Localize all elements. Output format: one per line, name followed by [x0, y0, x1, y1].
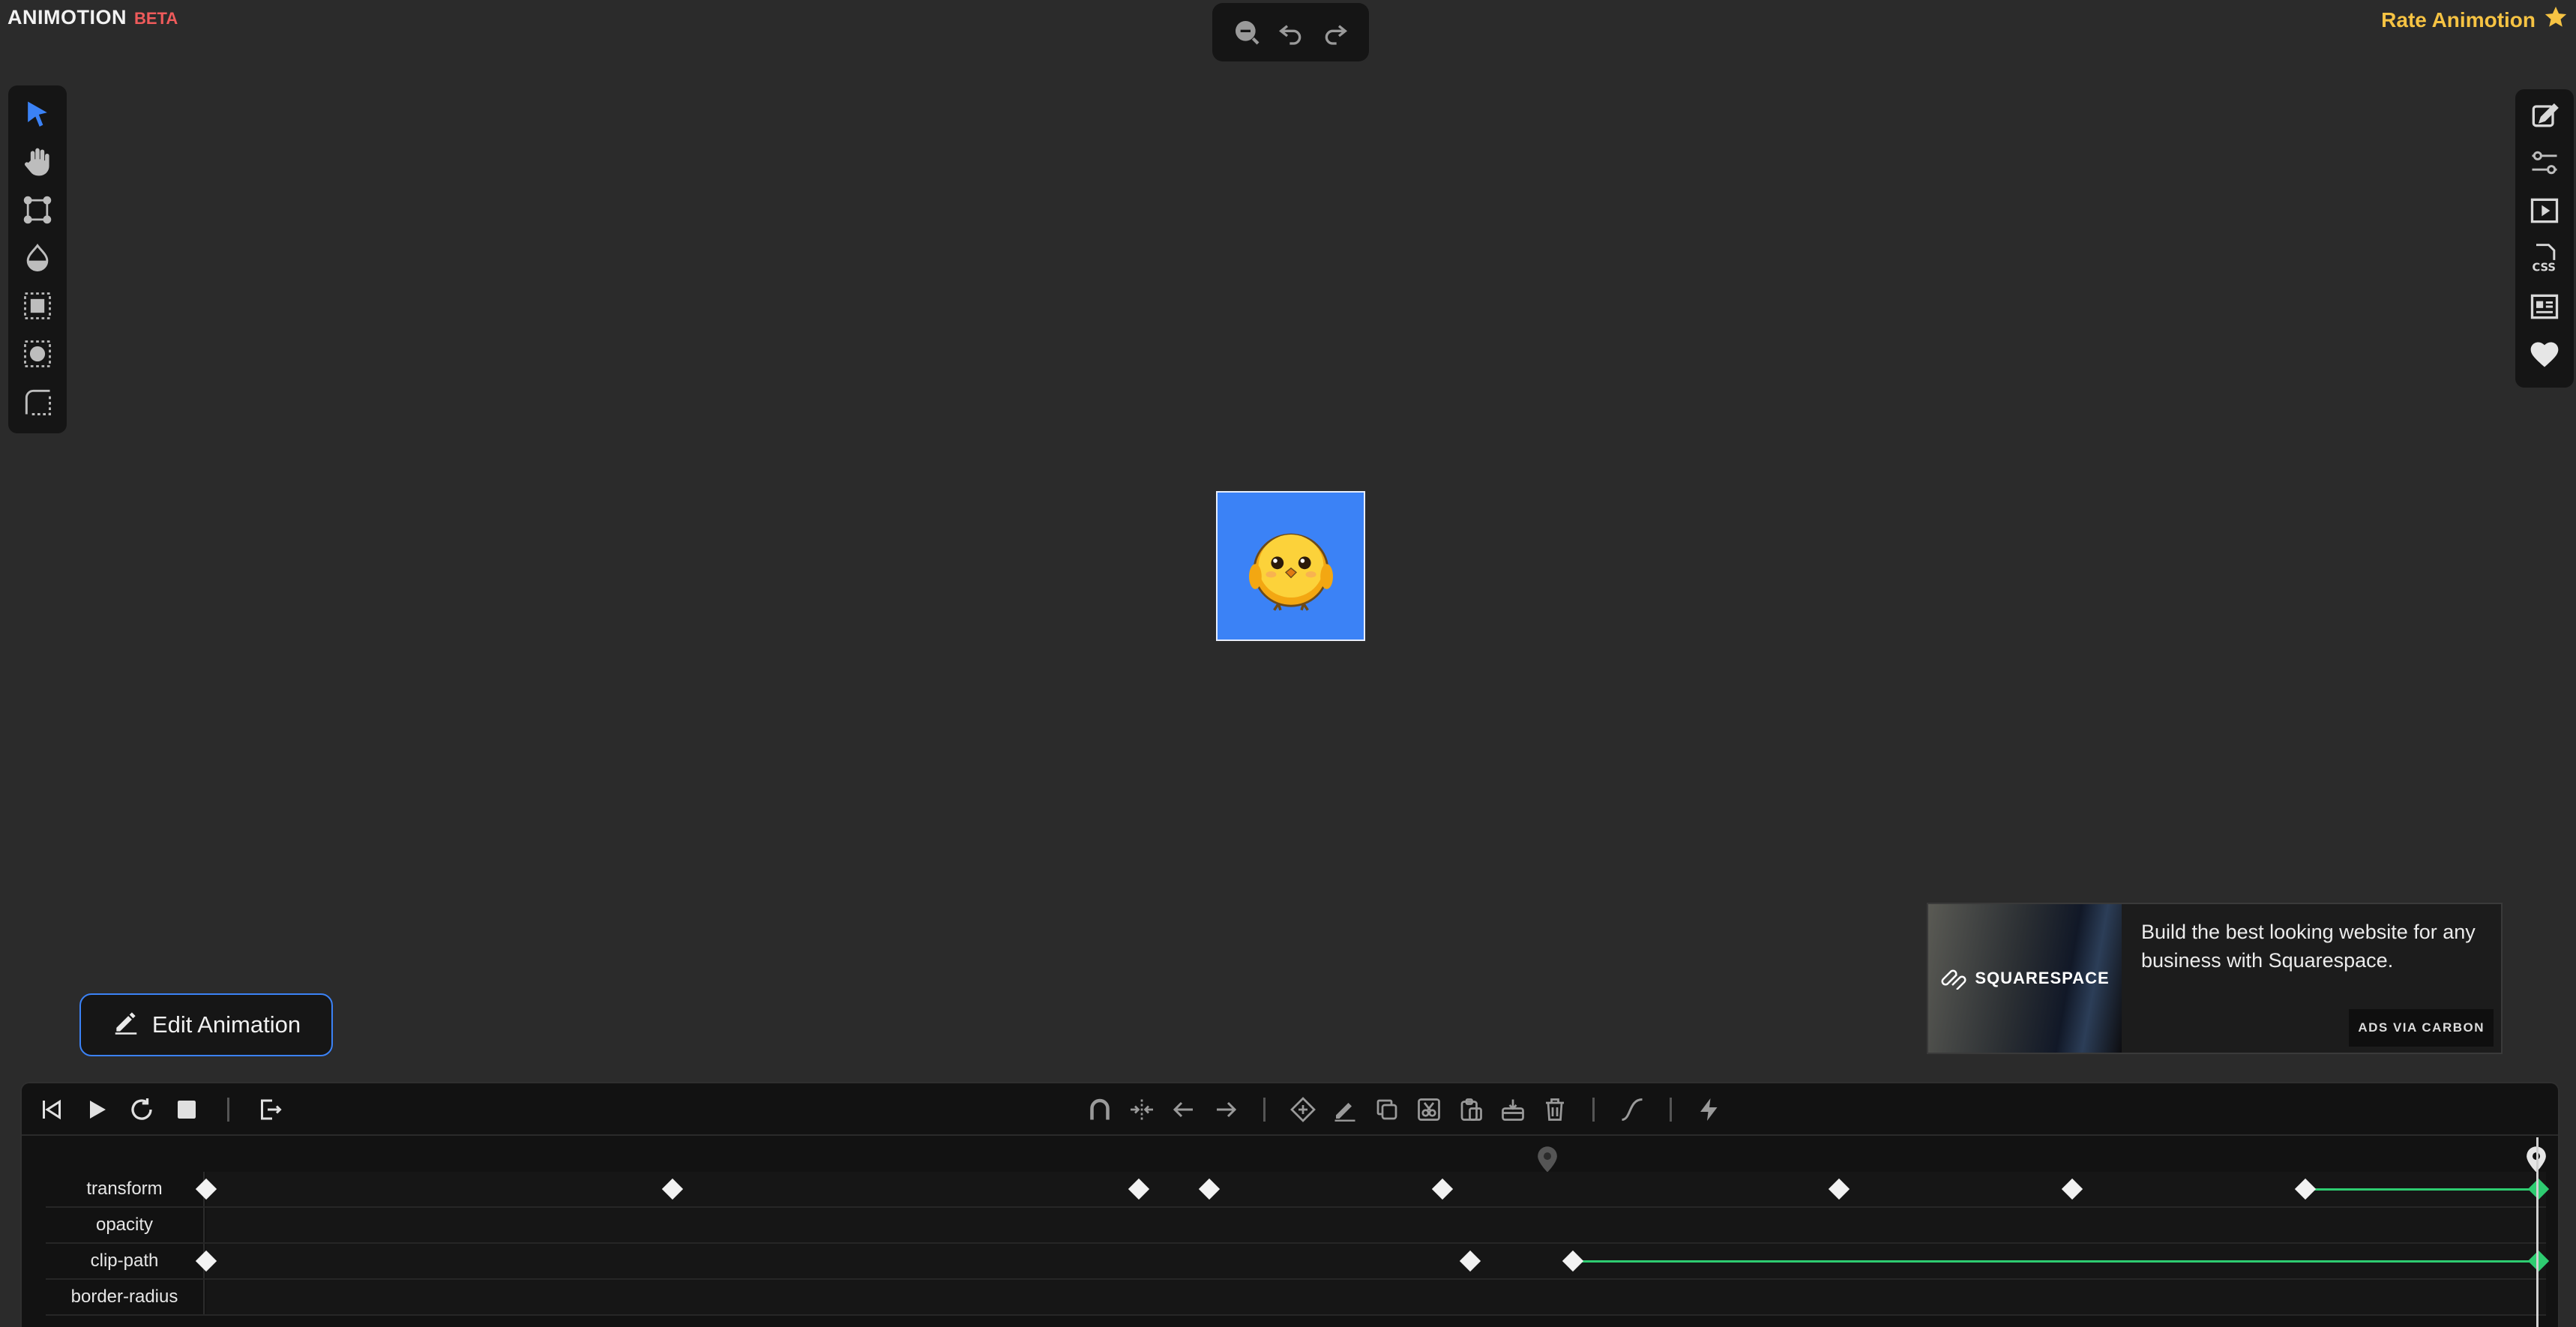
- track-lane[interactable]: [206, 1208, 2546, 1242]
- ad-copy[interactable]: Build the best looking website for any b…: [2141, 921, 2476, 972]
- track-row[interactable]: border-radius: [46, 1280, 2546, 1316]
- left-toolbar: [8, 85, 67, 433]
- app-name: ANIMOTION: [7, 6, 127, 28]
- track-lane[interactable]: [206, 1280, 2546, 1314]
- select-arrow-icon[interactable]: [19, 96, 56, 132]
- chick-image: [1248, 533, 1333, 611]
- keyframe-icon[interactable]: [1460, 1250, 1481, 1272]
- view-toolbar: [1212, 3, 1369, 61]
- animated-element[interactable]: [1216, 491, 1365, 641]
- redo-icon[interactable]: [1318, 15, 1352, 49]
- article-icon[interactable]: [2526, 289, 2563, 325]
- split-icon[interactable]: [1127, 1095, 1157, 1125]
- track-row[interactable]: opacity: [46, 1208, 2546, 1244]
- app-brand: ANIMOTION BETA: [7, 6, 178, 29]
- keyframe-icon[interactable]: [1198, 1178, 1220, 1200]
- paste-icon[interactable]: [1456, 1095, 1486, 1125]
- separator: [227, 1098, 229, 1122]
- skip-back-icon[interactable]: [37, 1095, 67, 1125]
- active-segment[interactable]: [2305, 1188, 2539, 1191]
- keyframe-icon[interactable]: [2061, 1178, 2083, 1200]
- arrow-right-icon[interactable]: [1211, 1095, 1241, 1125]
- paste-below-icon[interactable]: [1498, 1095, 1528, 1125]
- keyframe-icon[interactable]: [1128, 1178, 1150, 1200]
- rate-link[interactable]: Rate Animotion: [2381, 4, 2569, 35]
- track-lane[interactable]: [195, 1244, 2550, 1278]
- pen-icon[interactable]: [1330, 1095, 1360, 1125]
- hand-icon[interactable]: [19, 144, 56, 180]
- playhead-line[interactable]: [2536, 1137, 2539, 1327]
- keyframe-icon[interactable]: [1562, 1250, 1584, 1272]
- ad-text[interactable]: Build the best looking website for any b…: [2122, 904, 2501, 1053]
- select-circle-icon[interactable]: [19, 336, 56, 372]
- track-label: border-radius: [46, 1280, 205, 1314]
- rate-label: Rate Animotion: [2381, 7, 2536, 31]
- undo-icon[interactable]: [1274, 15, 1308, 49]
- ad-image[interactable]: SQUARESPACE: [1928, 904, 2122, 1053]
- color-drop-icon[interactable]: [19, 240, 56, 276]
- replay-icon[interactable]: [127, 1095, 157, 1125]
- edit-note-icon[interactable]: [2526, 97, 2563, 133]
- beta-badge: BETA: [134, 9, 178, 28]
- track-label: opacity: [46, 1208, 205, 1242]
- cut-icon[interactable]: [1414, 1095, 1444, 1125]
- timeline-controls: [22, 1083, 2558, 1136]
- css-file-icon[interactable]: CSS: [2526, 241, 2563, 277]
- zoom-out-icon[interactable]: [1230, 15, 1264, 49]
- track-row[interactable]: clip-path: [46, 1244, 2550, 1280]
- keyframe-icon[interactable]: [2527, 1178, 2550, 1200]
- keyframe-icon[interactable]: [662, 1178, 684, 1200]
- magnet-icon[interactable]: [1085, 1095, 1115, 1125]
- stop-icon[interactable]: [172, 1095, 202, 1125]
- timeline-ruler[interactable]: [22, 1137, 2558, 1173]
- copy-icon[interactable]: [1372, 1095, 1402, 1125]
- easing-curve-icon[interactable]: [1617, 1095, 1647, 1125]
- timeline-tracks: transform opacity clip-path border-radius: [46, 1172, 2550, 1316]
- track-row[interactable]: transform: [46, 1172, 2550, 1208]
- pencil-icon: [112, 1008, 140, 1042]
- preview-play-icon[interactable]: [2526, 193, 2563, 229]
- play-icon[interactable]: [82, 1095, 112, 1125]
- keyframe-icon[interactable]: [2294, 1178, 2317, 1200]
- keyframe-icon[interactable]: [1828, 1178, 1850, 1200]
- active-segment[interactable]: [1573, 1260, 2539, 1263]
- right-toolbar: CSS: [2515, 89, 2574, 388]
- edit-animation-label: Edit Animation: [151, 1011, 301, 1038]
- separator: [1670, 1098, 1672, 1122]
- track-lane[interactable]: [195, 1172, 2550, 1206]
- separator: [1263, 1098, 1266, 1122]
- separator: [1592, 1098, 1595, 1122]
- star-icon: [2543, 4, 2569, 35]
- transform-points-icon[interactable]: [19, 192, 56, 228]
- squarespace-logo-icon: [1941, 969, 1966, 990]
- ads-via-carbon[interactable]: ADS VIA CARBON: [2349, 1009, 2494, 1047]
- ad-brand: SQUARESPACE: [1975, 969, 2110, 987]
- export-icon[interactable]: [255, 1095, 285, 1125]
- keyframe-icon[interactable]: [2527, 1250, 2550, 1272]
- edit-animation-button[interactable]: Edit Animation: [79, 993, 333, 1056]
- corner-radius-icon[interactable]: [19, 384, 56, 420]
- arrow-left-icon[interactable]: [1169, 1095, 1199, 1125]
- settings-sliders-icon[interactable]: [2526, 145, 2563, 181]
- track-label: transform: [46, 1172, 205, 1206]
- svg-text:CSS: CSS: [2533, 262, 2556, 274]
- lightning-icon[interactable]: [1694, 1095, 1724, 1125]
- heart-icon[interactable]: [2526, 337, 2563, 373]
- select-box-icon[interactable]: [19, 288, 56, 324]
- timeline-panel: transform opacity clip-path border-radius: [20, 1082, 2560, 1327]
- trash-icon[interactable]: [1540, 1095, 1570, 1125]
- time-marker-icon[interactable]: [1534, 1143, 1561, 1173]
- keyframe-icon[interactable]: [1431, 1178, 1453, 1200]
- track-label: clip-path: [46, 1244, 205, 1278]
- add-keyframe-icon[interactable]: [1288, 1095, 1318, 1125]
- carbon-ad[interactable]: SQUARESPACE Build the best looking websi…: [1927, 903, 2503, 1054]
